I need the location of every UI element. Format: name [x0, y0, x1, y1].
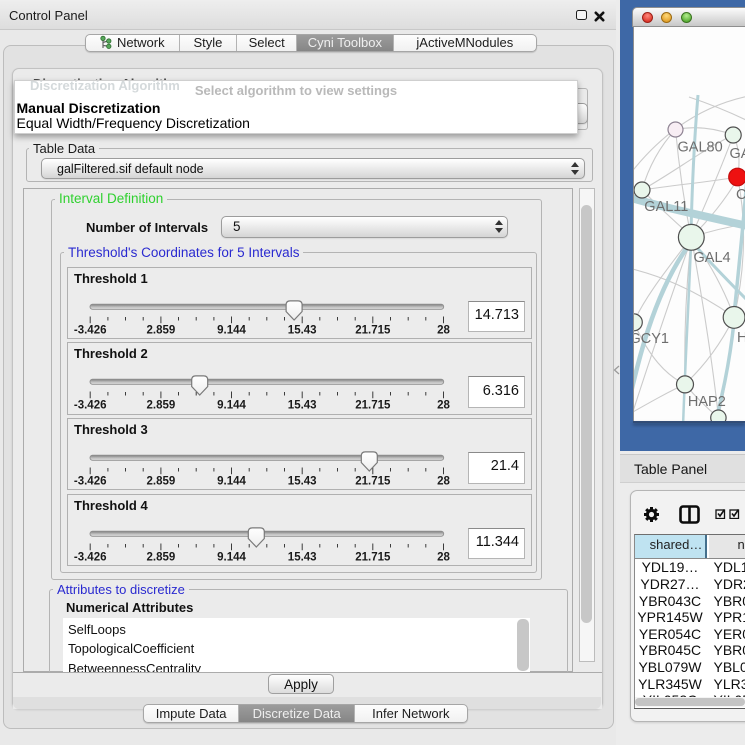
svg-text:HAP2: HAP2 [687, 394, 725, 410]
svg-text:2.859: 2.859 [147, 551, 176, 563]
svg-text:28: 28 [437, 324, 450, 336]
svg-text:15.43: 15.43 [288, 551, 317, 563]
svg-text:9.144: 9.144 [217, 551, 246, 563]
svg-text:9.144: 9.144 [217, 400, 246, 412]
svg-text:GAL80: GAL80 [677, 140, 722, 156]
svg-text:9.144: 9.144 [217, 475, 246, 487]
svg-text:28: 28 [437, 400, 450, 412]
svg-text:21.715: 21.715 [355, 475, 391, 487]
svg-text:GAL4: GAL4 [693, 250, 730, 266]
svg-text:21.715: 21.715 [355, 400, 391, 412]
svg-text:GAL11: GAL11 [644, 199, 688, 215]
svg-text:21.715: 21.715 [355, 551, 391, 563]
svg-text:-3.426: -3.426 [74, 324, 107, 336]
svg-text:HIS: HIS [737, 330, 745, 346]
svg-text:28: 28 [437, 551, 450, 563]
svg-text:21.715: 21.715 [355, 324, 391, 336]
svg-text:9.144: 9.144 [217, 324, 246, 336]
svg-text:GCY1: GCY1 [634, 331, 669, 347]
svg-text:28: 28 [437, 475, 450, 487]
svg-text:CYC: CYC [736, 187, 745, 203]
svg-text:15.43: 15.43 [288, 475, 317, 487]
svg-text:15.43: 15.43 [288, 400, 317, 412]
svg-text:GAL3: GAL3 [729, 146, 745, 162]
svg-text:2.859: 2.859 [147, 475, 176, 487]
svg-text:-3.426: -3.426 [74, 400, 107, 412]
svg-text:2.859: 2.859 [147, 324, 176, 336]
svg-text:-3.426: -3.426 [74, 551, 107, 563]
svg-text:15.43: 15.43 [288, 324, 317, 336]
svg-text:2.859: 2.859 [147, 400, 176, 412]
svg-text:-3.426: -3.426 [74, 475, 107, 487]
